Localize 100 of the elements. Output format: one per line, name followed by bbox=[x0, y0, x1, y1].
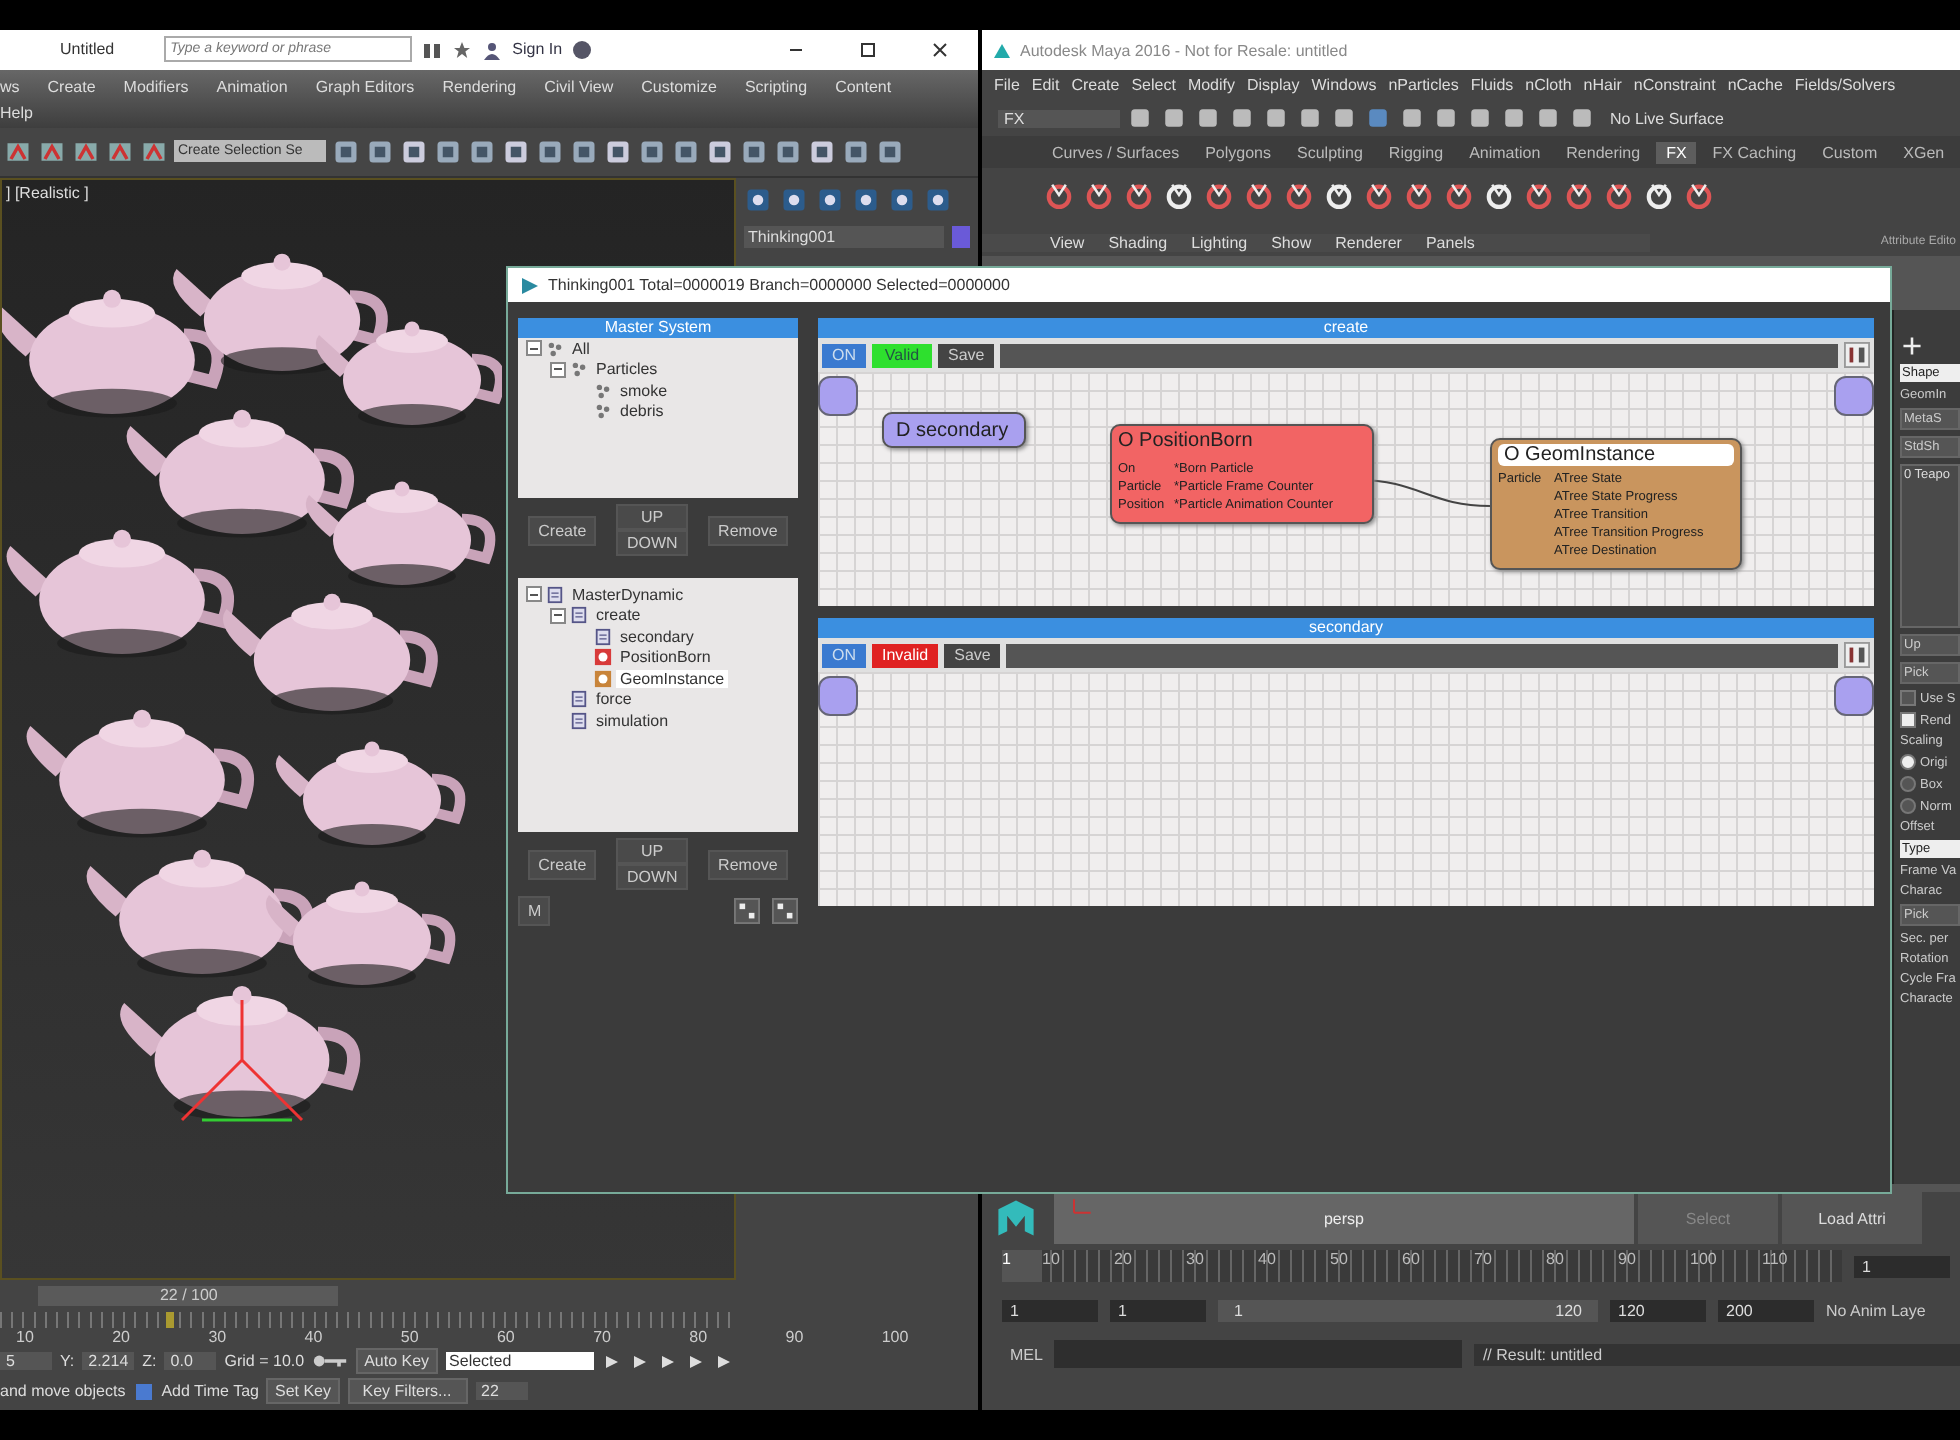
tool-icon[interactable] bbox=[502, 137, 530, 166]
on-button[interactable]: ON bbox=[822, 343, 866, 367]
star-icon[interactable] bbox=[452, 39, 473, 60]
shelf-tab[interactable]: Curves / Surfaces bbox=[1042, 141, 1190, 163]
save-button[interactable]: Save bbox=[944, 643, 1001, 667]
menu-item[interactable]: nCloth bbox=[1525, 76, 1572, 94]
menu-item[interactable]: Scripting bbox=[744, 77, 808, 96]
tool-icon[interactable] bbox=[1126, 104, 1154, 132]
playback-end-field[interactable]: 120 bbox=[1610, 1299, 1706, 1321]
create-button[interactable]: Create bbox=[528, 515, 597, 545]
m-button[interactable]: M bbox=[518, 896, 550, 926]
menu-item[interactable]: Help bbox=[0, 103, 33, 122]
tree-item[interactable]: debris bbox=[616, 402, 668, 421]
port-handle[interactable] bbox=[1834, 676, 1874, 716]
status-button[interactable]: Valid bbox=[872, 343, 932, 367]
tool-icon[interactable] bbox=[1194, 104, 1222, 132]
menu-item[interactable]: nCache bbox=[1727, 76, 1783, 94]
tree-item[interactable]: All bbox=[568, 339, 594, 358]
graph-canvas[interactable] bbox=[818, 372, 1874, 606]
port-handle[interactable] bbox=[818, 376, 858, 416]
tree-item[interactable]: PositionBorn bbox=[616, 648, 715, 667]
tool-icon[interactable] bbox=[1534, 104, 1562, 132]
viewport-label[interactable]: ] [Realistic ] bbox=[6, 183, 89, 202]
remove-button[interactable]: Remove bbox=[708, 849, 788, 879]
menu-item[interactable]: View bbox=[1050, 233, 1085, 251]
key-mode-dropdown[interactable]: Selected bbox=[445, 1352, 594, 1371]
menu-item[interactable]: ws bbox=[0, 77, 20, 96]
frame-field[interactable]: 1 bbox=[1854, 1255, 1950, 1277]
tool-icon[interactable] bbox=[638, 137, 666, 166]
object-name-field[interactable]: Thinking001 bbox=[744, 225, 944, 248]
down-button[interactable]: DOWN bbox=[616, 864, 688, 890]
shelf-tab[interactable]: Rigging bbox=[1378, 141, 1454, 163]
tool-icon[interactable] bbox=[842, 137, 870, 166]
menu-item[interactable]: Renderer bbox=[1335, 233, 1402, 251]
radio-button[interactable] bbox=[1900, 798, 1916, 814]
range-slider[interactable]: 1 120 bbox=[1218, 1299, 1598, 1321]
tool-icon[interactable] bbox=[536, 137, 564, 166]
tree-item[interactable]: smoke bbox=[616, 381, 672, 400]
status-button[interactable]: Invalid bbox=[872, 643, 939, 667]
x-field[interactable]: 5 bbox=[0, 1352, 52, 1371]
shelf-tab[interactable]: FX bbox=[1656, 141, 1697, 163]
port-handle[interactable] bbox=[1834, 376, 1874, 416]
tool-icon[interactable] bbox=[38, 137, 66, 166]
frame-field[interactable]: 22 bbox=[475, 1382, 527, 1401]
up-button[interactable]: UP bbox=[616, 838, 688, 864]
tool-icon[interactable] bbox=[366, 137, 394, 166]
checkbox[interactable] bbox=[1900, 712, 1916, 728]
menu-item[interactable]: Modify bbox=[1187, 76, 1235, 94]
tool-icon[interactable] bbox=[1432, 104, 1460, 132]
port-handle[interactable] bbox=[818, 676, 858, 716]
close-icon[interactable] bbox=[930, 39, 950, 60]
tree-item[interactable]: create bbox=[592, 606, 645, 625]
tool-icon[interactable] bbox=[1364, 104, 1392, 132]
expander-icon[interactable] bbox=[526, 340, 542, 357]
sign-in-link[interactable]: Sign In bbox=[512, 40, 563, 59]
tab-icon[interactable] bbox=[888, 185, 916, 214]
tree-item[interactable]: Particles bbox=[592, 360, 662, 379]
shelf-tab[interactable]: Sculpting bbox=[1287, 141, 1373, 163]
menu-item[interactable]: Graph Editors bbox=[315, 77, 415, 96]
tab-icon[interactable] bbox=[780, 185, 808, 214]
tool-icon[interactable] bbox=[570, 137, 598, 166]
tree-item[interactable]: MasterDynamic bbox=[568, 585, 688, 604]
playback-icon[interactable] bbox=[685, 1351, 706, 1372]
save-button[interactable]: Save bbox=[938, 343, 995, 367]
add-icon[interactable] bbox=[1900, 334, 1924, 358]
tool-icon[interactable] bbox=[434, 137, 462, 166]
tab-icon[interactable] bbox=[924, 185, 952, 214]
start-field[interactable]: 1 bbox=[1002, 1299, 1098, 1321]
tool-icon[interactable] bbox=[72, 137, 100, 166]
user-icon[interactable] bbox=[482, 39, 503, 60]
live-surface-label[interactable]: No Live Surface bbox=[1610, 109, 1724, 127]
menu-item[interactable]: Animation bbox=[216, 77, 288, 96]
tool-icon[interactable] bbox=[1262, 104, 1290, 132]
tool-icon[interactable] bbox=[140, 137, 168, 166]
frame-marker[interactable] bbox=[166, 1311, 174, 1328]
menu-item[interactable]: Select bbox=[1131, 76, 1176, 94]
shelf-tab[interactable]: Polygons bbox=[1195, 141, 1281, 163]
graph-node[interactable]: D secondary bbox=[882, 412, 1026, 448]
key-filters-button[interactable]: Key Filters... bbox=[347, 1378, 467, 1405]
name-bar[interactable] bbox=[1006, 643, 1838, 667]
playback-icon[interactable] bbox=[657, 1351, 678, 1372]
anim-layer-dropdown[interactable]: No Anim Laye bbox=[1826, 1301, 1926, 1319]
shelf-tab[interactable]: Animation bbox=[1459, 141, 1551, 163]
expander-icon[interactable] bbox=[550, 607, 566, 624]
layout-icon[interactable] bbox=[1844, 642, 1870, 668]
create-button[interactable]: Create bbox=[528, 849, 597, 879]
node-move-icon[interactable] bbox=[734, 898, 760, 924]
radio-button[interactable] bbox=[1900, 754, 1916, 770]
menu-item[interactable]: nHair bbox=[1583, 76, 1622, 94]
maximize-icon[interactable] bbox=[858, 39, 878, 60]
tool-icon[interactable] bbox=[672, 137, 700, 166]
menu-item[interactable]: Display bbox=[1247, 76, 1300, 94]
tool-icon[interactable] bbox=[1160, 104, 1188, 132]
tool-icon[interactable] bbox=[4, 137, 32, 166]
tool-icon[interactable] bbox=[1296, 104, 1324, 132]
up-button[interactable]: UP bbox=[616, 504, 688, 530]
menu-item[interactable]: Windows bbox=[1311, 76, 1377, 94]
y-field[interactable]: 2.214 bbox=[82, 1352, 135, 1371]
shelf-tab[interactable]: XGen bbox=[1893, 141, 1955, 163]
menu-item[interactable]: Civil View bbox=[544, 77, 614, 96]
